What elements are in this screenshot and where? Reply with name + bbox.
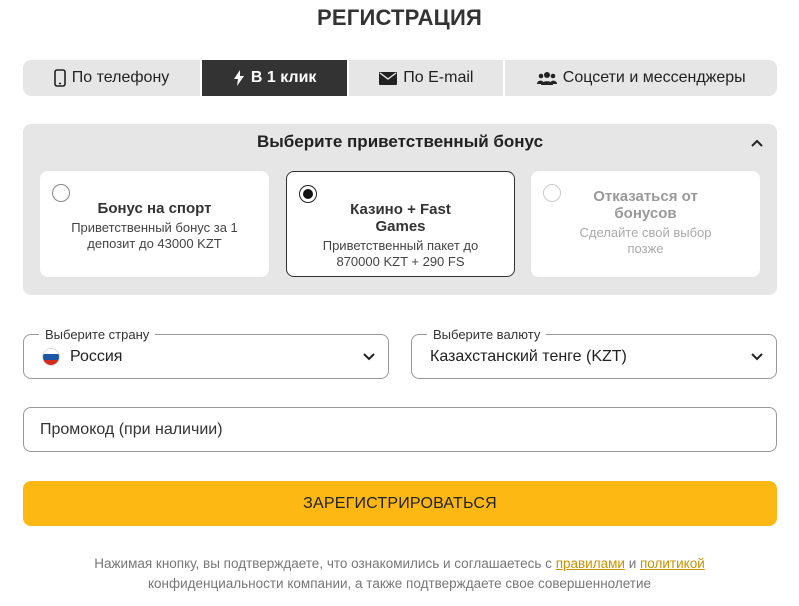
register-button[interactable]: ЗАРЕГИСТРИРОВАТЬСЯ — [23, 481, 777, 526]
chevron-up-icon[interactable] — [749, 136, 765, 150]
currency-value: Казахстанский тенге (KZT) — [430, 348, 627, 365]
tab-social[interactable]: Соцсети и мессенджеры — [505, 60, 777, 96]
users-icon — [536, 71, 557, 85]
terms-text-end: конфиденциальности компании, а также под… — [147, 576, 652, 591]
tab-phone-label: По телефону — [71, 69, 170, 86]
tab-one-click[interactable]: В 1 клик — [202, 60, 348, 96]
currency-select[interactable]: Выберите валюту Казахстанский тенге (KZT… — [411, 327, 777, 379]
currency-select-label: Выберите валюту — [427, 327, 547, 342]
phone-icon — [53, 69, 66, 87]
country-value: Россия — [70, 348, 123, 365]
terms-text-and: и — [624, 556, 640, 571]
bonus-option-desc: Сделайте свой выбор позже — [579, 225, 712, 256]
chevron-down-icon — [750, 350, 764, 364]
lightning-icon — [233, 70, 245, 86]
russia-flag-icon — [42, 348, 60, 366]
bonus-option-sport[interactable]: Бонус на спорт Приветственный бонус за 1… — [40, 171, 269, 277]
terms-text: Нажимая кнопку, вы подтверждаете, что оз… — [0, 554, 799, 594]
tab-phone[interactable]: По телефону — [23, 60, 200, 96]
bonus-option-desc: Приветственный пакет до 870000 KZT + 290… — [322, 238, 479, 269]
bonus-title: Выберите приветственный бонус — [256, 132, 544, 151]
envelope-icon — [379, 71, 398, 85]
terms-text-start: Нажимая кнопку, вы подтверждаете, что оз… — [94, 556, 556, 571]
bonus-option-title: Казино + Fast Games — [350, 201, 451, 235]
tab-email[interactable]: По E-mail — [349, 60, 506, 96]
radio-button[interactable] — [543, 184, 561, 202]
bonus-option-desc: Приветственный бонус за 1 депозит до 430… — [71, 220, 238, 251]
tab-social-label: Соцсети и мессенджеры — [562, 69, 746, 86]
privacy-policy-link[interactable]: политикой — [640, 556, 705, 571]
radio-button-selected[interactable] — [299, 185, 317, 203]
country-select-label: Выберите страну — [39, 327, 156, 342]
registration-tabs: По телефону В 1 клик По E-mail Соцсети и… — [23, 60, 777, 96]
bonus-option-casino[interactable]: Казино + Fast Games Приветственный пакет… — [286, 171, 515, 277]
radio-button[interactable] — [52, 184, 70, 202]
page-title: РЕГИСТРАЦИЯ — [317, 5, 482, 30]
promo-code-input[interactable] — [23, 407, 777, 452]
bonus-option-decline[interactable]: Отказаться от бонусов Сделайте свой выбо… — [531, 171, 760, 277]
bonus-option-title: Отказаться от бонусов — [593, 188, 698, 222]
tab-one-click-label: В 1 клик — [250, 69, 317, 86]
chevron-down-icon — [362, 350, 376, 364]
bonus-panel: Выберите приветственный бонус Бонус на с… — [23, 124, 777, 295]
tab-email-label: По E-mail — [403, 69, 474, 86]
rules-link[interactable]: правилами — [556, 556, 625, 571]
bonus-option-title: Бонус на спорт — [97, 200, 212, 217]
country-select[interactable]: Выберите страну Россия — [23, 327, 389, 379]
